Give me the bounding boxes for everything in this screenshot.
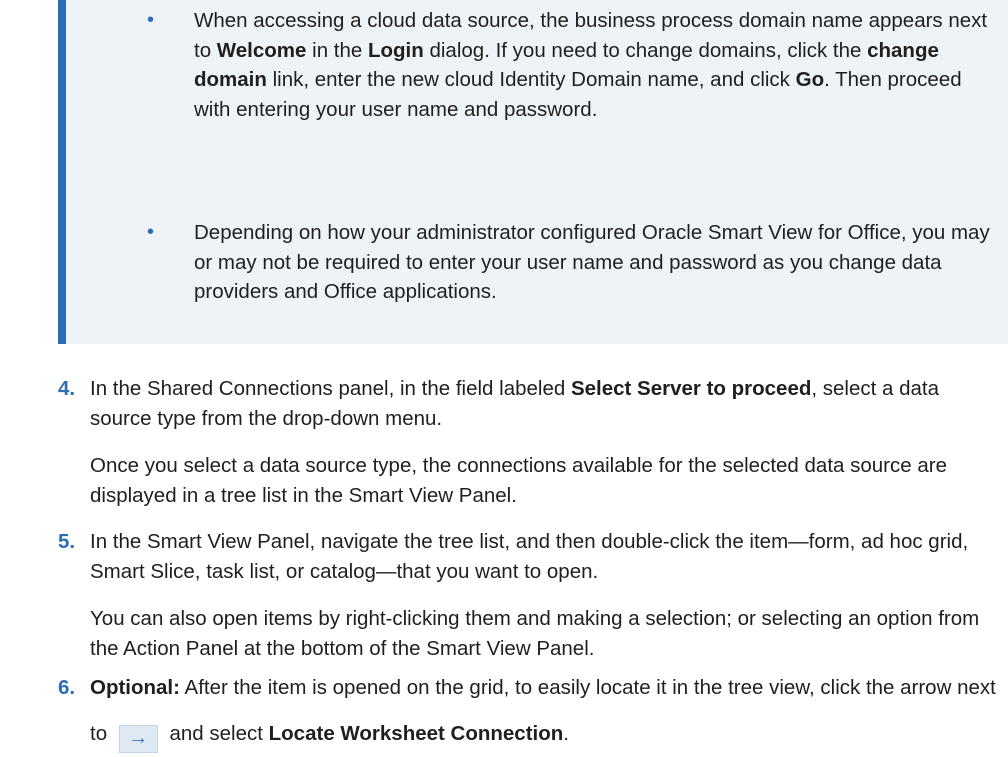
bullet-dot: • xyxy=(147,9,155,31)
note-bullet-2: • Depending on how your administrator co… xyxy=(147,218,994,307)
term-optional: Optional: xyxy=(90,676,180,699)
arrow-right-icon[interactable]: → xyxy=(118,725,158,753)
term-login: Login xyxy=(367,38,424,62)
step-4-paragraph: Once you select a data source type, the … xyxy=(90,454,947,507)
step-number: 4. xyxy=(58,377,76,400)
term-welcome: Welcome xyxy=(216,38,307,62)
bullet-dot: • xyxy=(147,221,155,243)
note-accent-bar xyxy=(58,0,66,344)
step-text: In the Smart View Panel, navigate the tr… xyxy=(90,530,969,583)
note-bullet-1: • When accessing a cloud data source, th… xyxy=(147,6,994,124)
step-5-paragraph: You can also open items by right-clickin… xyxy=(90,607,980,660)
step-number: 6. xyxy=(58,676,76,699)
step-text: Optional: After the item is opened on th… xyxy=(90,665,1005,757)
term-go: Go xyxy=(795,68,825,91)
step-text: In the Shared Connections panel, in the … xyxy=(90,377,940,430)
term-locate-worksheet-connection: Locate Worksheet Connection xyxy=(268,722,564,745)
term-select-server: Select Server to proceed xyxy=(570,377,812,400)
step-number: 5. xyxy=(58,530,76,553)
